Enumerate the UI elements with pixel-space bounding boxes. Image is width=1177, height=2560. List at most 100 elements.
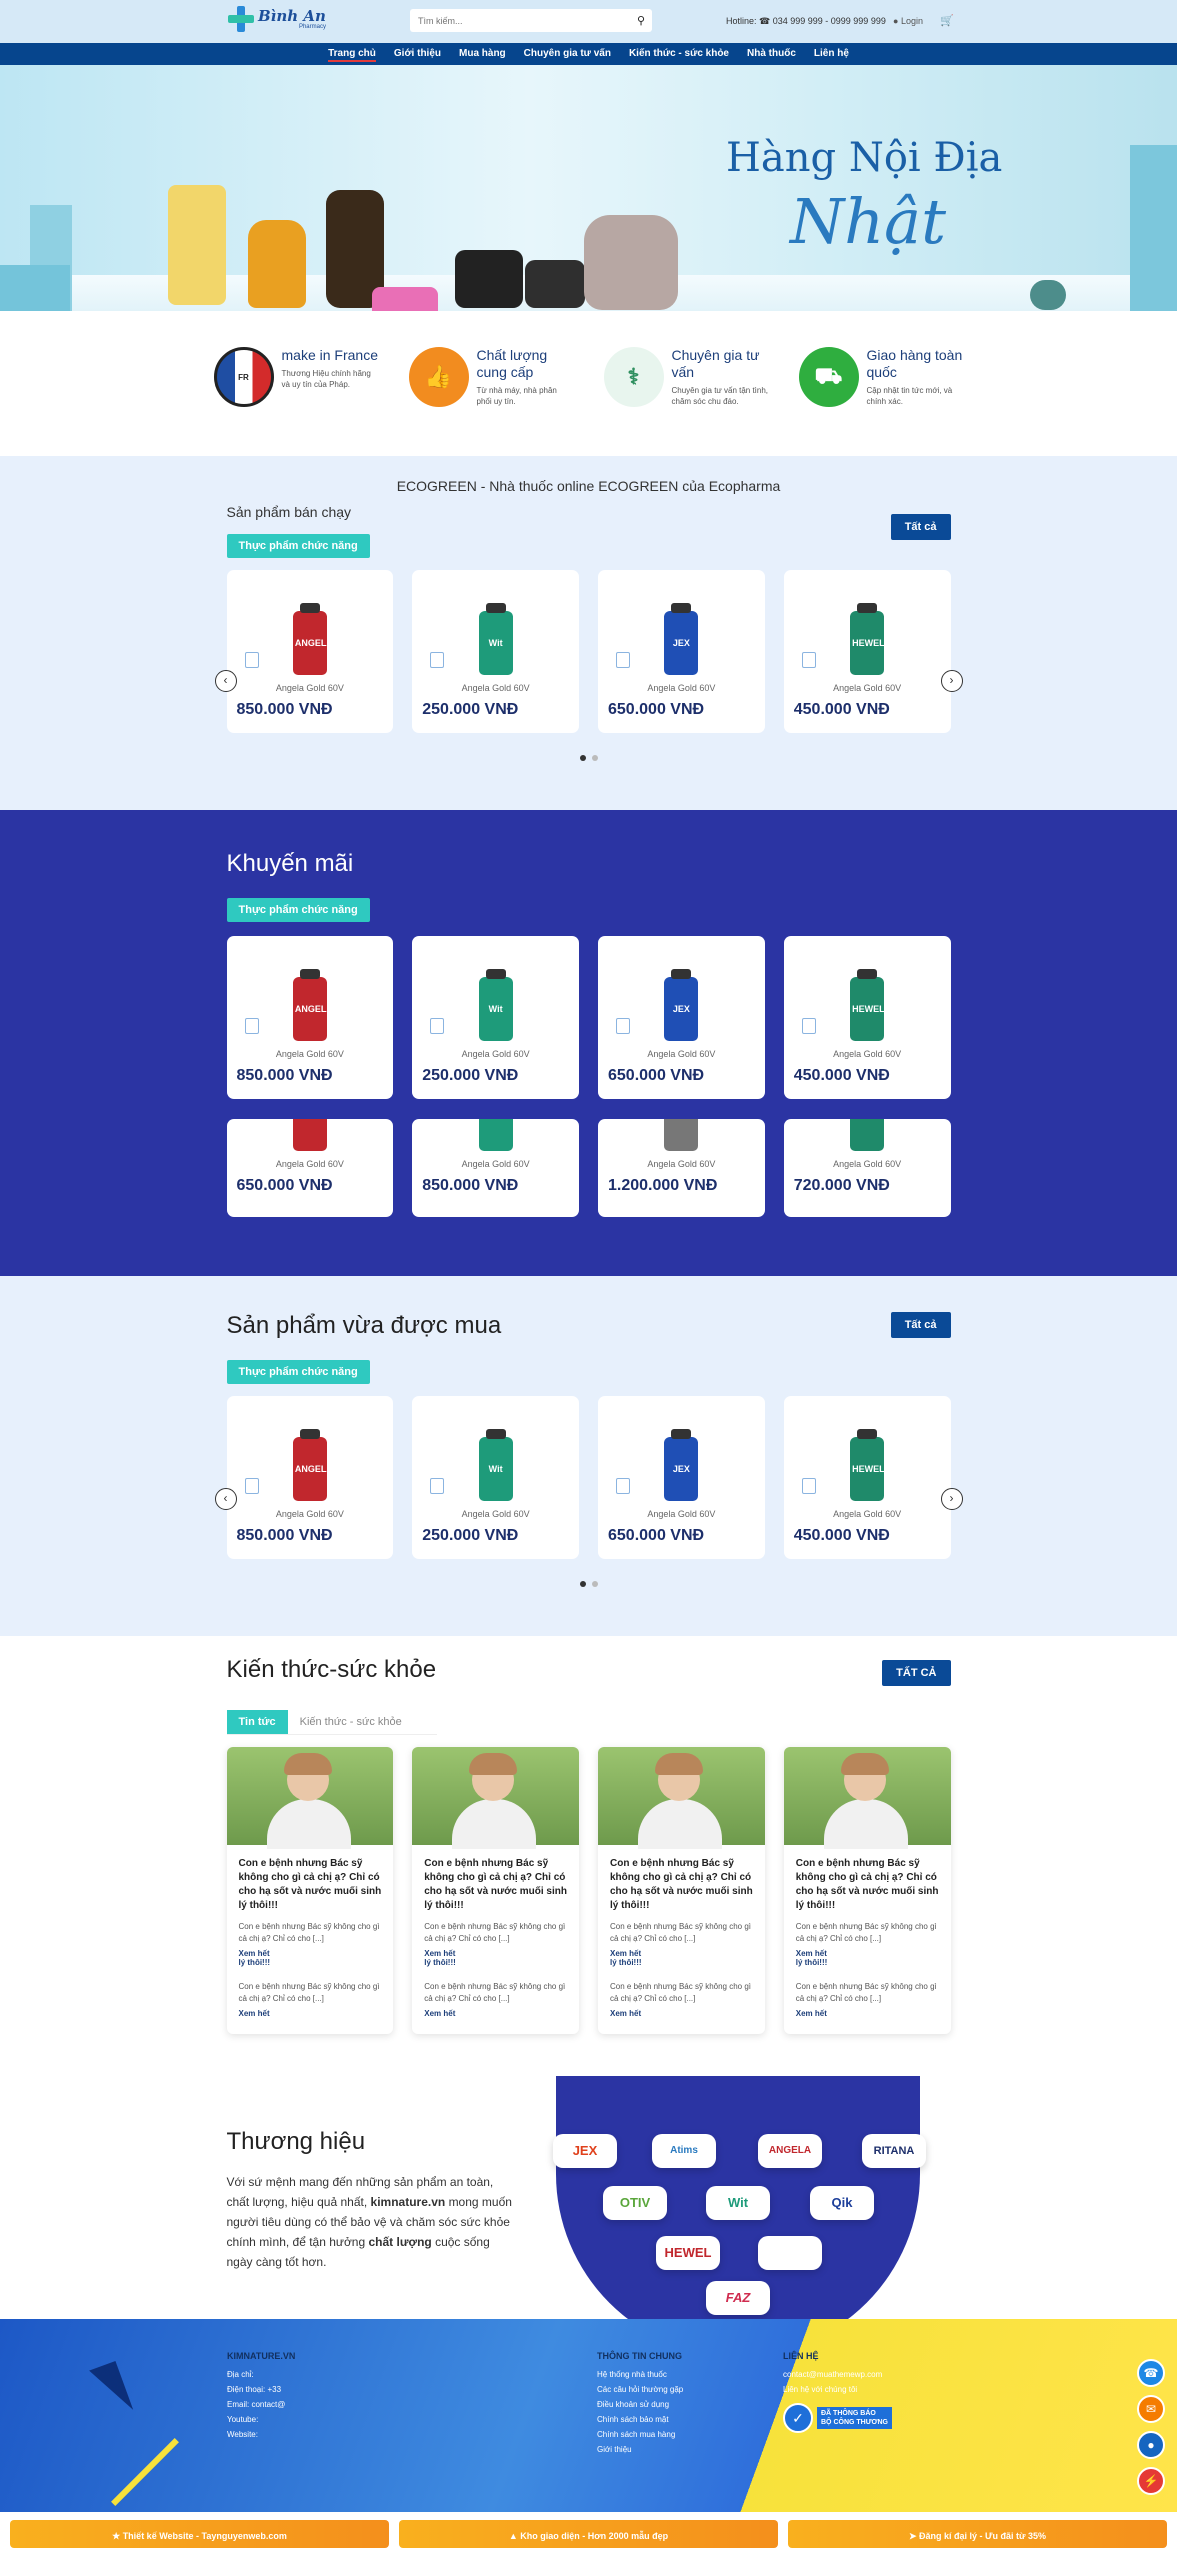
read-more-link[interactable]: Xem hết lý thôi!!! bbox=[796, 1949, 939, 1967]
brand-logo[interactable]: Qik bbox=[810, 2186, 874, 2220]
footer-link[interactable]: Điều khoản sử dụng bbox=[597, 2397, 683, 2412]
brand-logo[interactable]: Wit bbox=[706, 2186, 770, 2220]
product-image[interactable] bbox=[598, 1119, 765, 1151]
carousel-dot[interactable] bbox=[579, 755, 586, 761]
carousel-dot[interactable] bbox=[591, 755, 598, 761]
news-card[interactable]: Con e bệnh nhưng Bác sỹ không cho gì cả … bbox=[598, 1747, 765, 2034]
product-name[interactable]: Angela Gold 60V bbox=[227, 1159, 394, 1169]
add-to-cart-icon[interactable] bbox=[616, 652, 630, 668]
email-icon[interactable]: ✉ bbox=[1137, 2395, 1165, 2423]
news-thumbnail[interactable] bbox=[226, 1747, 394, 1849]
site-logo[interactable]: Bình An Pharmacy bbox=[228, 6, 326, 32]
product-card[interactable]: HEWEL Angela Gold 60V 450.000 VNĐ bbox=[783, 936, 951, 1099]
category-chip[interactable]: Thực phẩm chức năng bbox=[226, 1360, 370, 1384]
brand-logo[interactable]: FAZ bbox=[706, 2281, 770, 2315]
tab-news[interactable]: Tin tức bbox=[226, 1710, 288, 1734]
product-name[interactable]: Angela Gold 60V bbox=[412, 1159, 579, 1169]
product-name[interactable]: Angela Gold 60V bbox=[598, 1049, 765, 1059]
registered-badge[interactable]: ✓ ĐÃ THÔNG BÁO BỘ CÔNG THƯƠNG bbox=[783, 2403, 892, 2433]
add-to-cart-icon[interactable] bbox=[430, 1018, 445, 1034]
read-more-link[interactable]: Xem hết bbox=[796, 2009, 939, 2018]
nav-knowledge[interactable]: Kiến thức - sức khỏe bbox=[620, 43, 738, 65]
product-card[interactable]: HEWEL Angela Gold 60V 450.000 VNĐ bbox=[783, 570, 951, 733]
nav-experts[interactable]: Chuyên gia tư vấn bbox=[515, 43, 620, 65]
carousel-dot[interactable] bbox=[579, 1581, 586, 1587]
news-title[interactable]: Con e bệnh nhưng Bác sỹ không cho gì cả … bbox=[610, 1857, 753, 1913]
product-image[interactable] bbox=[227, 1119, 394, 1151]
promo-button-themes[interactable]: ▲ Kho giao diện - Hơn 2000 mẫu đẹp bbox=[399, 2520, 778, 2548]
news-title[interactable]: Con e bệnh nhưng Bác sỹ không cho gì cả … bbox=[424, 1857, 567, 1913]
brand-logo[interactable]: RITANA bbox=[862, 2134, 926, 2168]
read-more-link[interactable]: Xem hết bbox=[239, 2009, 382, 2018]
promo-button-website[interactable]: ★ Thiết kế Website - Taynguyenweb.com bbox=[10, 2520, 389, 2548]
view-all-button[interactable]: TẤT CẢ bbox=[882, 1660, 951, 1686]
product-card[interactable]: ANGELA Angela Gold 60V 850.000 VNĐ bbox=[226, 570, 394, 733]
carousel-prev-arrow[interactable]: ‹ bbox=[214, 1488, 237, 1510]
view-all-button[interactable]: Tất cả bbox=[890, 514, 951, 540]
add-to-cart-icon[interactable] bbox=[801, 652, 816, 668]
product-name[interactable]: Angela Gold 60V bbox=[227, 683, 394, 693]
view-all-button[interactable]: Tất cả bbox=[890, 1312, 951, 1338]
chat-icon[interactable]: ● bbox=[1137, 2431, 1165, 2459]
add-to-cart-icon[interactable] bbox=[430, 1478, 445, 1494]
product-name[interactable]: Angela Gold 60V bbox=[412, 1509, 579, 1519]
tab-health-knowledge[interactable]: Kiến thức - sức khỏe bbox=[288, 1710, 414, 1734]
footer-link[interactable]: Giới thiệu bbox=[597, 2442, 683, 2457]
cart-icon[interactable]: 🛒 bbox=[940, 14, 954, 27]
hero-banner[interactable]: Hàng Nội Địa Nhật bbox=[0, 65, 1177, 311]
footer-link[interactable]: Liên hệ với chúng tôi bbox=[783, 2382, 892, 2397]
login-link[interactable]: ● Login bbox=[893, 16, 923, 26]
news-title[interactable]: Con e bệnh nhưng Bác sỹ không cho gì cả … bbox=[239, 1857, 382, 1913]
carousel-next-arrow[interactable]: › bbox=[940, 1488, 963, 1510]
product-card[interactable]: JEX Angela Gold 60V 650.000 VNĐ bbox=[598, 936, 765, 1099]
product-name[interactable]: Angela Gold 60V bbox=[598, 683, 765, 693]
add-to-cart-icon[interactable] bbox=[801, 1478, 816, 1494]
add-to-cart-icon[interactable] bbox=[244, 1018, 259, 1034]
product-name[interactable]: Angela Gold 60V bbox=[598, 1159, 765, 1169]
product-name[interactable]: Angela Gold 60V bbox=[412, 1049, 579, 1059]
news-thumbnail[interactable] bbox=[783, 1747, 951, 1849]
footer-link[interactable]: Chính sách bảo mật bbox=[597, 2412, 683, 2427]
product-name[interactable]: Angela Gold 60V bbox=[784, 1049, 951, 1059]
phone-icon[interactable]: ☎ bbox=[1137, 2359, 1165, 2387]
nav-about[interactable]: Giới thiệu bbox=[385, 43, 450, 65]
product-card[interactable]: ANGELA Angela Gold 60V 850.000 VNĐ bbox=[226, 1396, 394, 1559]
news-card[interactable]: Con e bệnh nhưng Bác sỹ không cho gì cả … bbox=[783, 1747, 951, 2034]
product-card[interactable]: Wit Angela Gold 60V 250.000 VNĐ bbox=[412, 936, 579, 1099]
product-image[interactable] bbox=[412, 1119, 579, 1151]
product-card[interactable]: HEWEL Angela Gold 60V 450.000 VNĐ bbox=[783, 1396, 951, 1559]
read-more-link[interactable]: Xem hết lý thôi!!! bbox=[610, 1949, 753, 1967]
brand-logo[interactable] bbox=[758, 2236, 822, 2270]
footer-line[interactable]: Email: contact@ bbox=[227, 2397, 295, 2412]
footer-line[interactable]: Website: bbox=[227, 2427, 295, 2442]
product-name[interactable]: Angela Gold 60V bbox=[784, 683, 951, 693]
product-card[interactable]: ANGELA Angela Gold 60V 850.000 VNĐ bbox=[226, 936, 394, 1099]
carousel-next-arrow[interactable]: › bbox=[940, 670, 963, 692]
product-name[interactable]: Angela Gold 60V bbox=[227, 1049, 394, 1059]
promo-button-agency[interactable]: ➤ Đăng kí đại lý - Ưu đãi từ 35% bbox=[788, 2520, 1167, 2548]
product-card[interactable]: JEX Angela Gold 60V 650.000 VNĐ bbox=[598, 1396, 765, 1559]
brand-logo[interactable]: JEX bbox=[553, 2134, 617, 2168]
nav-home[interactable]: Trang chủ bbox=[319, 43, 385, 65]
read-more-link[interactable]: Xem hết lý thôi!!! bbox=[239, 1949, 382, 1967]
news-title[interactable]: Con e bệnh nhưng Bác sỹ không cho gì cả … bbox=[796, 1857, 939, 1913]
product-card[interactable]: Angela Gold 60V 720.000 VNĐ bbox=[783, 1119, 951, 1217]
footer-link[interactable]: Chính sách mua hàng bbox=[597, 2427, 683, 2442]
add-to-cart-icon[interactable] bbox=[244, 1478, 259, 1494]
product-card[interactable]: Angela Gold 60V 850.000 VNĐ bbox=[412, 1119, 579, 1217]
product-name[interactable]: Angela Gold 60V bbox=[598, 1509, 765, 1519]
news-card[interactable]: Con e bệnh nhưng Bác sỹ không cho gì cả … bbox=[226, 1747, 394, 2034]
product-card[interactable]: JEX Angela Gold 60V 650.000 VNĐ bbox=[598, 570, 765, 733]
footer-link[interactable]: Các câu hỏi thường gặp bbox=[597, 2382, 683, 2397]
brand-logo[interactable]: Atims bbox=[652, 2134, 716, 2168]
nav-pharmacy[interactable]: Nhà thuốc bbox=[738, 43, 805, 65]
product-card[interactable]: Angela Gold 60V 1.200.000 VNĐ bbox=[598, 1119, 765, 1217]
product-card[interactable]: Angela Gold 60V 650.000 VNĐ bbox=[226, 1119, 394, 1217]
brand-logo[interactable]: ANGELA bbox=[758, 2134, 822, 2168]
search-icon[interactable]: ⚲ bbox=[630, 14, 652, 27]
category-chip[interactable]: Thực phẩm chức năng bbox=[226, 534, 370, 558]
news-thumbnail[interactable] bbox=[412, 1747, 579, 1849]
product-name[interactable]: Angela Gold 60V bbox=[784, 1509, 951, 1519]
footer-line[interactable]: Youtube: bbox=[227, 2412, 295, 2427]
read-more-link[interactable]: Xem hết lý thôi!!! bbox=[424, 1949, 567, 1967]
